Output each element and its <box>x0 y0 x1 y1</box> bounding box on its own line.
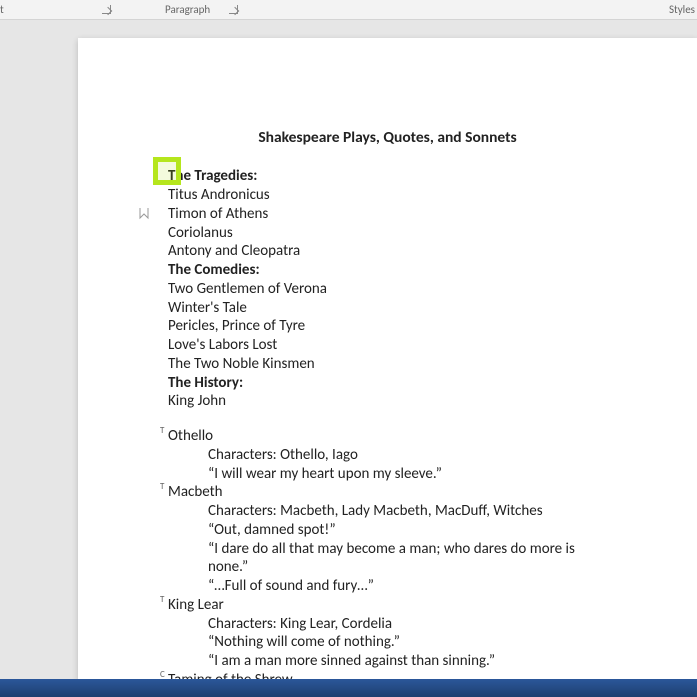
spacer <box>168 411 607 427</box>
document-page[interactable]: Shakespeare Plays, Quotes, and Sonnets T… <box>78 38 697 680</box>
ribbon-label-font-suffix: t <box>0 3 4 16</box>
play-detail-title: T King Lear <box>168 596 607 615</box>
ribbon-group-font[interactable]: t <box>0 3 4 16</box>
play-item: Antony and Cleopatra <box>168 242 607 261</box>
status-bar <box>0 679 697 697</box>
play-item: Timon of Athens <box>168 205 607 224</box>
ribbon-bar: t Paragraph Styles <box>0 0 697 20</box>
document-workspace: Shakespeare Plays, Quotes, and Sonnets T… <box>0 20 697 679</box>
section-heading-history: The History: <box>168 374 607 393</box>
play-characters: Characters: Macbeth, Lady Macbeth, MacDu… <box>168 502 607 521</box>
play-item: Two Gentlemen of Verona <box>168 280 607 299</box>
section-heading-tragedies: The Tragedies: <box>168 167 607 186</box>
play-characters: Characters: Othello, Iago <box>168 446 607 465</box>
play-detail-title: T Macbeth <box>168 483 607 502</box>
play-characters: Characters: King Lear, Cordelia <box>168 615 607 634</box>
play-item: King John <box>168 392 607 411</box>
ribbon-label-paragraph: Paragraph <box>165 3 210 16</box>
play-item: Love's Labors Lost <box>168 336 607 355</box>
dialog-launcher-icon <box>229 5 238 14</box>
ribbon-group-styles[interactable]: Styles <box>669 3 695 16</box>
footnote-mark: T <box>160 425 164 436</box>
play-title-text: Macbeth <box>168 483 223 501</box>
play-quote: “I am a man more sinned against than sin… <box>168 652 607 671</box>
play-quote: “Nothing will come of nothing.” <box>168 633 607 652</box>
footnote-mark: T <box>160 594 164 605</box>
play-item: Titus Andronicus <box>168 186 607 205</box>
play-detail-title: T Othello <box>168 427 607 446</box>
play-quote: “Out, damned spot!” <box>168 521 607 540</box>
play-item: The Two Noble Kinsmen <box>168 355 607 374</box>
dialog-launcher-icon <box>102 5 111 14</box>
play-item: Pericles, Prince of Tyre <box>168 317 607 336</box>
ribbon-group-font-launcher[interactable] <box>102 5 111 14</box>
play-title-text: Othello <box>168 427 213 445</box>
play-item: Coriolanus <box>168 224 607 243</box>
play-item: Winter's Tale <box>168 299 607 318</box>
document-title: Shakespeare Plays, Quotes, and Sonnets <box>168 128 607 147</box>
section-heading-comedies: The Comedies: <box>168 261 607 280</box>
play-title-text: King Lear <box>168 596 224 614</box>
play-quote: “I dare do all that may become a man; wh… <box>168 540 607 578</box>
footnote-mark: T <box>160 481 164 492</box>
ribbon-group-paragraph-launcher[interactable] <box>229 5 238 14</box>
play-quote: “I will wear my heart upon my sleeve.” <box>168 465 607 484</box>
ribbon-label-styles: Styles <box>669 3 695 16</box>
ribbon-group-paragraph[interactable]: Paragraph <box>165 3 210 16</box>
paragraph-marker-icon <box>138 206 150 225</box>
play-quote: “…Full of sound and fury…” <box>168 577 607 596</box>
